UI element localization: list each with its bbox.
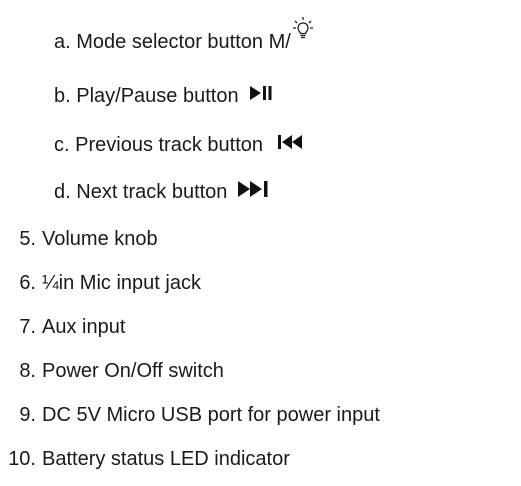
item-label: Previous track button	[75, 134, 263, 156]
next-track-icon	[237, 180, 271, 198]
lightbulb-icon	[292, 16, 314, 42]
list-item-battery-led: 10. Battery status LED indicator	[8, 447, 290, 471]
item-label: Play/Pause button	[76, 85, 239, 107]
item-label: Mode selector button M/	[76, 31, 291, 53]
item-marker: 8.	[19, 360, 36, 382]
item-marker: b.	[54, 85, 71, 107]
list-item-mic-input-jack: 6. ¼in Mic input jack	[19, 271, 201, 295]
item-label: ¼in Mic input jack	[42, 272, 201, 294]
list-item-mode-selector: a. Mode selector button M/	[54, 17, 314, 54]
item-label: Power On/Off switch	[42, 360, 224, 382]
list-item-aux-input: 7. Aux input	[19, 315, 126, 339]
item-label: DC 5V Micro USB port for power input	[42, 404, 380, 426]
play-pause-icon	[249, 85, 273, 101]
item-marker: d.	[54, 181, 71, 203]
list-item-play-pause: b. Play/Pause button	[54, 84, 273, 108]
item-label: Next track button	[76, 181, 228, 203]
item-marker: 6.	[19, 272, 36, 294]
list-item-volume-knob: 5. Volume knob	[19, 227, 158, 251]
item-marker: 7.	[19, 316, 36, 338]
list-item-next-track: d. Next track button	[54, 180, 271, 204]
manual-page: a. Mode selector button M/ b. Play/Pause…	[0, 0, 521, 486]
item-marker: 5.	[19, 228, 36, 250]
list-item-micro-usb-port: 9. DC 5V Micro USB port for power input	[19, 403, 380, 427]
item-marker: 9.	[19, 404, 36, 426]
item-marker: a.	[54, 31, 71, 53]
previous-track-icon	[277, 134, 303, 150]
item-label: Battery status LED indicator	[42, 448, 290, 470]
list-item-previous-track: c. Previous track button	[54, 133, 303, 157]
item-marker: 10.	[8, 448, 36, 470]
item-marker: c.	[54, 134, 70, 156]
item-label: Volume knob	[42, 228, 158, 250]
item-label: Aux input	[42, 316, 126, 338]
list-item-power-switch: 8. Power On/Off switch	[19, 359, 224, 383]
